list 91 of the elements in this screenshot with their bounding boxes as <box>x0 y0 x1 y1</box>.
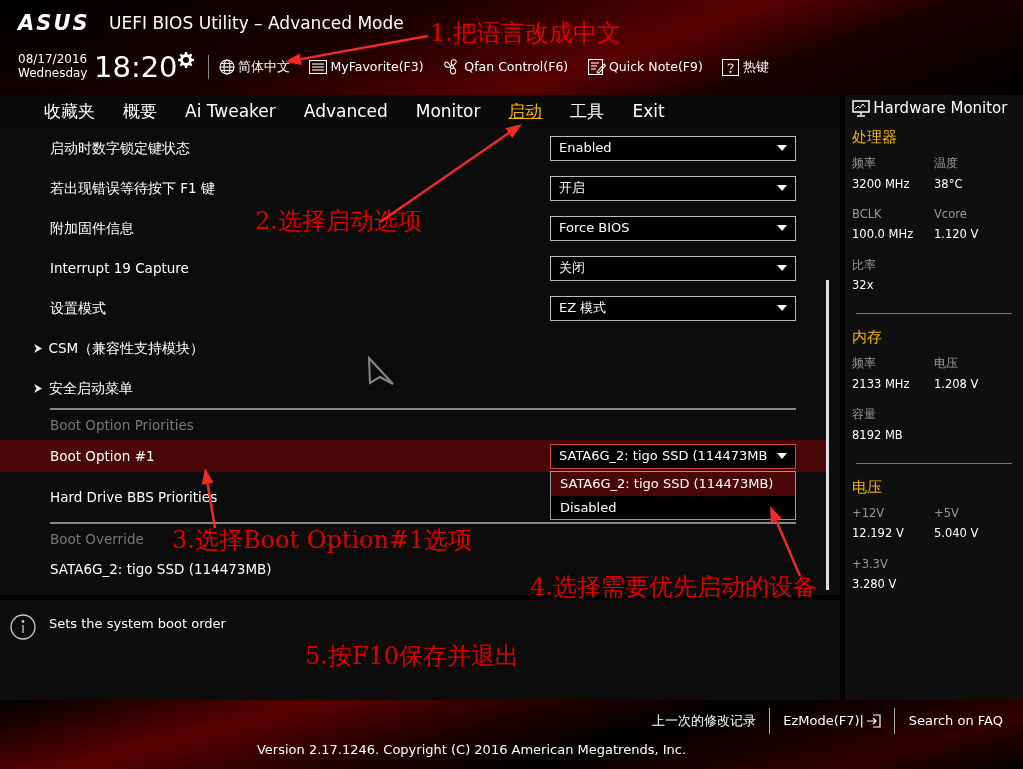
panel-title: Hardware Monitor <box>873 98 1008 119</box>
menu-tab[interactable]: 启动 <box>494 96 557 127</box>
help-icon <box>722 58 740 76</box>
metric-value: 5.040 V <box>934 525 980 543</box>
dropdown-field[interactable]: EZ 模式 <box>550 295 796 321</box>
mouse-cursor-icon <box>367 356 395 386</box>
group-heading: 内存 <box>852 327 883 349</box>
metric-value: 3.280 V <box>852 576 898 593</box>
metric-value: 8192 MB <box>852 426 904 444</box>
note-icon <box>587 59 606 75</box>
group-heading: 处理器 <box>852 127 898 148</box>
dropdown-field[interactable]: Enabled <box>550 135 796 161</box>
group-heading: 电压 <box>852 476 883 498</box>
menu-tab[interactable]: Advanced <box>289 96 402 127</box>
section-heading: Boot Option Priorities <box>50 415 194 435</box>
metric-value: 38°C <box>934 175 964 193</box>
metric-label: 频率 <box>852 355 877 373</box>
annotation-text: 1.把语言改成中文 <box>430 20 621 47</box>
toolbar-item[interactable]: MyFavorite(F3) <box>309 57 424 77</box>
brand-logo: ASUS <box>18 10 90 37</box>
metric-label: 频率 <box>852 155 877 172</box>
setting-label[interactable]: 安全启动菜单 <box>48 377 133 399</box>
toolbar-item[interactable]: 热键 <box>722 57 769 77</box>
setting-item[interactable]: SATA6G_2: tigo SSD (114473MB) <box>50 558 272 580</box>
metric-label: 电压 <box>934 355 959 373</box>
caret-icon <box>777 453 787 459</box>
dropdown-field[interactable]: 关闭 <box>550 255 796 281</box>
menu-tab[interactable]: 收藏夹 <box>30 96 109 127</box>
weekday-text: Wednesday <box>18 67 88 81</box>
settings-icon[interactable] <box>177 52 194 68</box>
toolbar-item[interactable]: Qfan Control(F6) <box>443 57 569 77</box>
setting-label: 若出现错误等待按下 F1 键 <box>50 178 215 198</box>
menu-tab[interactable]: Ai Tweaker <box>171 96 290 127</box>
caret-icon <box>777 145 787 151</box>
setting-label[interactable]: CSM（兼容性支持模块） <box>48 337 205 359</box>
metric-label: Vcore <box>934 205 968 223</box>
metric-label: 比率 <box>852 256 877 274</box>
chevron-icon <box>34 383 42 393</box>
metric-label: +5V <box>934 504 960 522</box>
metric-value: 1.120 V <box>934 226 980 244</box>
setting-label: 附加固件信息 <box>50 218 134 238</box>
metric-value: 32x <box>852 277 875 294</box>
help-text: Sets the system boot order <box>49 615 226 633</box>
menu-tab[interactable]: Monitor <box>401 96 495 127</box>
caret-icon <box>777 265 787 271</box>
setting-label: 设置模式 <box>50 298 106 318</box>
caret-icon <box>777 305 787 311</box>
metric-value: 1.208 V <box>934 375 980 393</box>
metric-label: 容量 <box>852 406 877 423</box>
footer-link[interactable]: Search on FAQ <box>898 711 1013 731</box>
metric-value: 12.192 V <box>852 525 905 543</box>
section-heading: Boot Override <box>50 529 144 549</box>
footer-link[interactable]: EzMode(F7)| <box>773 711 892 731</box>
dropdown-field[interactable]: Force BIOS <box>550 215 796 241</box>
metric-label: 温度 <box>934 155 959 172</box>
clock-time: 18:20 <box>94 52 178 82</box>
scrollbar-thumb[interactable] <box>826 280 829 590</box>
date-text: 08/17/2016 <box>18 53 88 67</box>
dropdown-field[interactable]: 开启 <box>550 175 796 201</box>
list-icon <box>309 60 328 74</box>
exit-icon <box>867 714 882 728</box>
metric-label: +3.3V <box>852 555 889 573</box>
metric-value: 3200 MHz <box>852 175 911 193</box>
metric-label: +12V <box>852 504 886 522</box>
caret-icon <box>777 225 787 231</box>
menu-tab[interactable]: Exit <box>618 96 679 127</box>
setting-label: 启动时数字锁定键状态 <box>50 138 190 158</box>
annotation-arrow <box>770 506 802 577</box>
annotation-text: 4.选择需要优先启动的设备 <box>530 574 817 601</box>
version-text: Version 2.17.1246. Copyright (C) 2016 American Megatrends, Inc. <box>256 742 687 757</box>
menu-tab[interactable]: 概要 <box>109 96 171 127</box>
dropdown-field[interactable]: SATA6G_2: tigo SSD (114473MB <box>550 443 796 469</box>
app-title: UEFI BIOS Utility – Advanced Mode <box>109 12 404 35</box>
metric-label: BCLK <box>852 205 883 223</box>
setting-label: Interrupt 19 Capture <box>50 258 189 278</box>
monitor-icon <box>852 99 870 117</box>
annotation-text: 5.按F10保存并退出 <box>305 643 520 670</box>
metric-value: 100.0 MHz <box>852 226 915 244</box>
toolbar-item[interactable]: Quick Note(F9) <box>587 57 703 77</box>
chevron-icon <box>34 343 42 353</box>
toolbar-item[interactable]: 简体中文 <box>218 57 290 77</box>
dropdown-option[interactable]: Disabled <box>551 495 795 519</box>
globe-icon <box>218 59 235 75</box>
menu-tab[interactable]: 工具 <box>556 96 619 127</box>
metric-value: 2133 MHz <box>852 375 911 393</box>
caret-icon <box>777 185 787 191</box>
footer-link[interactable]: 上一次的修改记录 <box>641 711 766 731</box>
annotation-text: 3.选择Boot Option#1选项 <box>172 527 473 554</box>
setting-label: Boot Option #1 <box>50 446 155 466</box>
info-icon <box>10 614 36 640</box>
dropdown-option[interactable]: SATA6G_2: tigo SSD (114473MB) <box>551 472 795 496</box>
